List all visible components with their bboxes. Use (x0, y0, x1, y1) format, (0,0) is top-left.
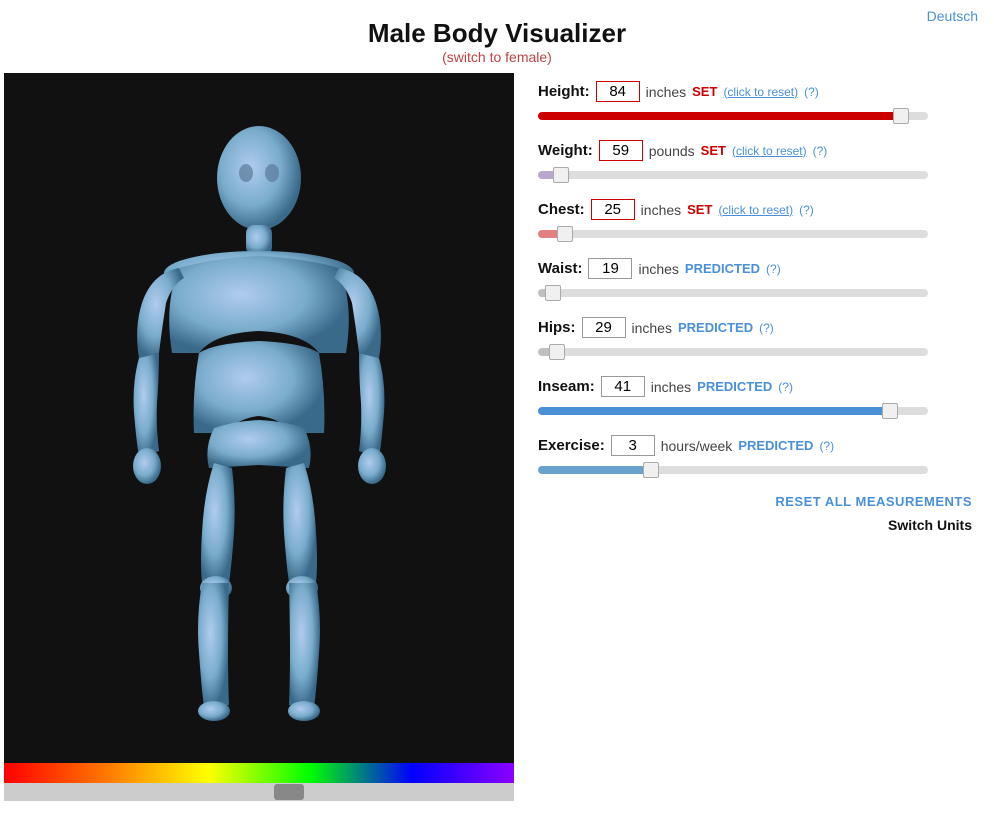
exercise-unit: hours/week (661, 438, 733, 454)
color-bar (4, 763, 514, 783)
waist-help-link[interactable]: (?) (766, 262, 781, 276)
exercise-slider[interactable] (538, 466, 928, 474)
weight-slider[interactable] (538, 171, 928, 179)
weight-reset-link[interactable]: (click to reset) (732, 144, 807, 158)
page-header: Male Body Visualizer (switch to female) (0, 0, 994, 73)
height-input[interactable] (596, 81, 640, 102)
exercise-slider-container (538, 460, 928, 480)
waist-row: Waist: inches PREDICTED (?) (538, 258, 972, 303)
hips-slider[interactable] (538, 348, 928, 356)
height-label: Height: (538, 83, 590, 100)
weight-slider-container (538, 165, 928, 185)
chest-status: SET (687, 202, 712, 217)
exercise-row: Exercise: hours/week PREDICTED (?) (538, 435, 972, 480)
switch-gender-link[interactable]: (switch to female) (0, 49, 994, 65)
exercise-status: PREDICTED (738, 438, 813, 453)
waist-slider[interactable] (538, 289, 928, 297)
left-panel (4, 73, 514, 801)
waist-unit: inches (638, 261, 678, 277)
chest-row: Chest: inches SET (click to reset) (?) (538, 199, 972, 244)
height-row: Height: inches SET (click to reset) (?) (538, 81, 972, 126)
inseam-slider-container (538, 401, 928, 421)
height-slider[interactable] (538, 112, 928, 120)
weight-unit: pounds (649, 143, 695, 159)
waist-label: Waist: (538, 260, 582, 277)
exercise-help-link[interactable]: (?) (819, 439, 834, 453)
weight-status: SET (701, 143, 726, 158)
chest-input[interactable] (591, 199, 635, 220)
height-reset-link[interactable]: (click to reset) (723, 85, 798, 99)
weight-label: Weight: (538, 142, 593, 159)
chest-label: Chest: (538, 201, 585, 218)
inseam-help-link[interactable]: (?) (778, 380, 793, 394)
inseam-slider[interactable] (538, 407, 928, 415)
waist-slider-container (538, 283, 928, 303)
weight-help-link[interactable]: (?) (813, 144, 828, 158)
main-layout: Height: inches SET (click to reset) (?) … (0, 73, 994, 801)
body-figure-svg (4, 73, 514, 763)
waist-input[interactable] (588, 258, 632, 279)
bottom-slider-thumb[interactable] (274, 784, 304, 800)
hips-label: Hips: (538, 319, 576, 336)
height-status: SET (692, 84, 717, 99)
inseam-label: Inseam: (538, 378, 595, 395)
right-panel: Height: inches SET (click to reset) (?) … (514, 73, 990, 801)
hips-unit: inches (632, 320, 672, 336)
chest-unit: inches (641, 202, 681, 218)
reset-all-button[interactable]: RESET ALL MEASUREMENTS (775, 494, 972, 509)
hips-input[interactable] (582, 317, 626, 338)
inseam-input[interactable] (601, 376, 645, 397)
chest-slider[interactable] (538, 230, 928, 238)
weight-input[interactable] (599, 140, 643, 161)
height-help-link[interactable]: (?) (804, 85, 819, 99)
body-canvas (4, 73, 514, 763)
hips-row: Hips: inches PREDICTED (?) (538, 317, 972, 362)
exercise-input[interactable] (611, 435, 655, 456)
chest-reset-link[interactable]: (click to reset) (718, 203, 793, 217)
inseam-unit: inches (651, 379, 691, 395)
chest-help-link[interactable]: (?) (799, 203, 814, 217)
exercise-label: Exercise: (538, 437, 605, 454)
page-title: Male Body Visualizer (0, 18, 994, 49)
bottom-slider[interactable] (4, 783, 514, 801)
height-slider-container (538, 106, 928, 126)
language-link[interactable]: Deutsch (927, 8, 978, 24)
switch-units-button[interactable]: Switch Units (888, 517, 972, 533)
hips-status: PREDICTED (678, 320, 753, 335)
weight-row: Weight: pounds SET (click to reset) (?) (538, 140, 972, 185)
height-unit: inches (646, 84, 686, 100)
chest-slider-container (538, 224, 928, 244)
inseam-row: Inseam: inches PREDICTED (?) (538, 376, 972, 421)
inseam-status: PREDICTED (697, 379, 772, 394)
waist-status: PREDICTED (685, 261, 760, 276)
bottom-buttons: RESET ALL MEASUREMENTS Switch Units (538, 494, 972, 533)
hips-slider-container (538, 342, 928, 362)
hips-help-link[interactable]: (?) (759, 321, 774, 335)
